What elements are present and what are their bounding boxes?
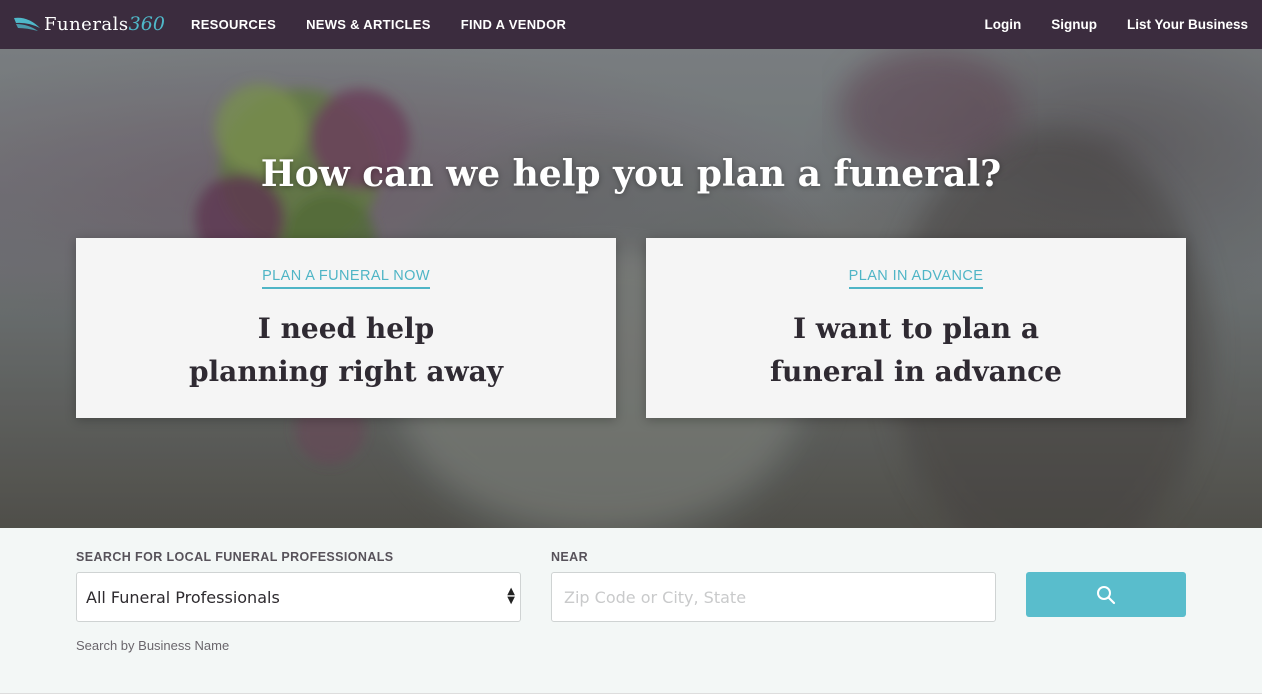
plan-now-line-1: I need help <box>257 312 435 345</box>
plan-advance-heading: I want to plan a funeral in advance <box>646 307 1186 393</box>
plan-advance-card[interactable]: PLAN IN ADVANCE I want to plan a funeral… <box>646 238 1186 418</box>
plan-now-heading: I need help planning right away <box>76 307 616 393</box>
hero-banner: How can we help you plan a funeral? PLAN… <box>0 49 1262 528</box>
search-icon <box>1097 585 1116 604</box>
list-business-link[interactable]: List Your Business <box>1112 17 1262 32</box>
hero-title: How can we help you plan a funeral? <box>260 153 1002 195</box>
primary-nav: RESOURCES NEWS & ARTICLES FIND A VENDOR <box>176 0 581 49</box>
plan-now-card[interactable]: PLAN A FUNERAL NOW I need help planning … <box>76 238 616 418</box>
signup-link[interactable]: Signup <box>1036 17 1112 32</box>
wing-logo-icon <box>14 17 40 31</box>
search-panel: SEARCH FOR LOCAL FUNERAL PROFESSIONALS N… <box>0 528 1262 694</box>
plan-advance-line-1: I want to plan a <box>792 312 1040 345</box>
top-navbar: Funerals 360 RESOURCES NEWS & ARTICLES F… <box>0 0 1262 49</box>
logo-number: 360 <box>128 13 165 35</box>
search-by-business-link[interactable]: Search by Business Name <box>76 638 229 653</box>
category-select[interactable]: All Funeral Professionals ▲ ▼ <box>76 572 521 622</box>
nav-resources[interactable]: RESOURCES <box>176 17 291 32</box>
login-link[interactable]: Login <box>969 17 1036 32</box>
category-select-value: All Funeral Professionals <box>86 587 280 607</box>
search-button[interactable] <box>1026 572 1186 617</box>
logo-wordmark: Funerals <box>44 13 129 35</box>
plan-now-line-2: planning right away <box>188 355 504 388</box>
near-label: NEAR <box>551 550 589 564</box>
site-logo[interactable]: Funerals 360 <box>12 11 165 37</box>
nav-find-vendor[interactable]: FIND A VENDOR <box>446 17 582 32</box>
plan-advance-kicker: PLAN IN ADVANCE <box>848 268 984 289</box>
select-updown-icon: ▲ ▼ <box>507 586 515 606</box>
category-label: SEARCH FOR LOCAL FUNERAL PROFESSIONALS <box>76 550 394 564</box>
account-nav: Login Signup List Your Business <box>969 0 1262 49</box>
plan-now-kicker: PLAN A FUNERAL NOW <box>262 268 430 289</box>
nav-news-articles[interactable]: NEWS & ARTICLES <box>291 17 446 32</box>
near-input[interactable] <box>551 572 996 622</box>
plan-advance-line-2: funeral in advance <box>770 355 1062 388</box>
